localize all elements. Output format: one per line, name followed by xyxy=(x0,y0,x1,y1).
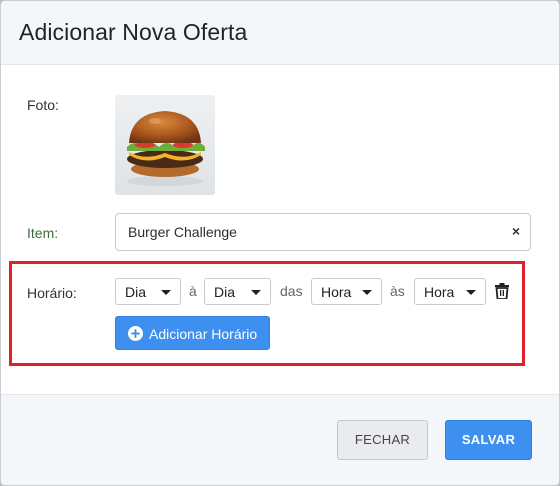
item-select[interactable]: Burger Challenge × xyxy=(115,213,531,251)
day-from-select[interactable]: Dia xyxy=(115,278,181,305)
hour-from-select[interactable]: Hora xyxy=(311,278,382,305)
separator-to: à xyxy=(189,283,197,299)
separator-from-hour: das xyxy=(280,283,303,299)
caret-down-icon xyxy=(466,290,476,295)
trash-icon[interactable] xyxy=(495,283,509,299)
burger-image xyxy=(115,95,215,195)
clear-item-button[interactable]: × xyxy=(512,223,520,239)
modal-title: Adicionar Nova Oferta xyxy=(19,19,248,45)
modal-header: Adicionar Nova Oferta xyxy=(1,1,559,65)
hour-to-select[interactable]: Hora xyxy=(414,278,486,305)
hour-from-value: Hora xyxy=(321,284,352,300)
separator-to-hour: às xyxy=(390,283,405,299)
caret-down-icon xyxy=(362,290,372,295)
plus-circle-icon xyxy=(128,326,143,341)
schedule-highlight-box xyxy=(9,261,525,366)
photo-label: Foto: xyxy=(27,97,59,113)
day-from-value: Dia xyxy=(125,284,147,300)
close-button[interactable]: FECHAR xyxy=(337,420,428,460)
schedule-label: Horário: xyxy=(27,285,77,301)
caret-down-icon xyxy=(251,290,261,295)
save-button[interactable]: SALVAR xyxy=(445,420,532,460)
caret-down-icon xyxy=(161,290,171,295)
offer-photo[interactable] xyxy=(115,95,215,195)
add-schedule-label: Adicionar Horário xyxy=(149,326,258,342)
day-to-value: Dia xyxy=(214,284,236,300)
add-offer-modal: Adicionar Nova Oferta Foto: Item: Burger… xyxy=(0,0,560,486)
add-schedule-button[interactable]: Adicionar Horário xyxy=(115,316,270,350)
item-label: Item: xyxy=(27,225,59,241)
item-value: Burger Challenge xyxy=(128,224,237,240)
hour-to-value: Hora xyxy=(424,284,455,300)
day-to-select[interactable]: Dia xyxy=(204,278,271,305)
